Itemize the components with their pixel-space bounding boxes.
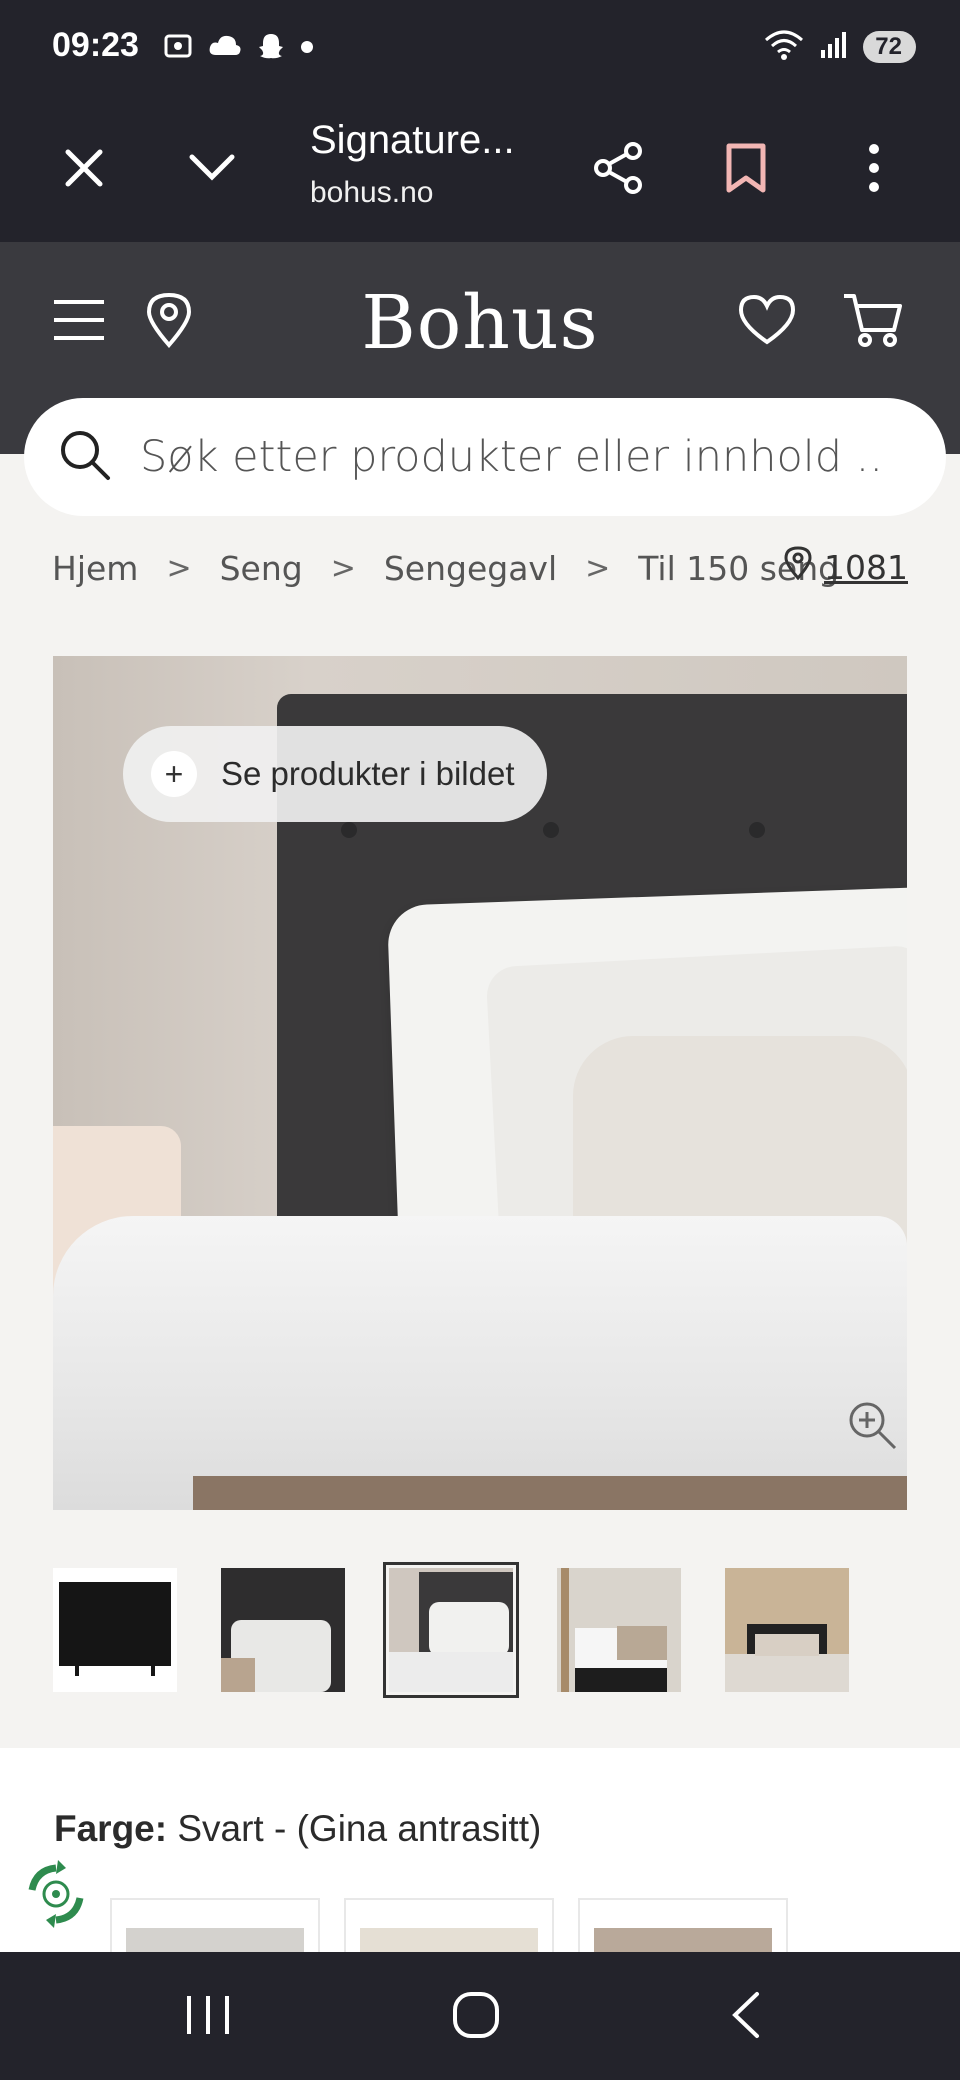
thumbnail-headboard-front[interactable] [53,1568,177,1692]
thumbnail-bedroom-pillows[interactable] [383,1562,519,1698]
recent-apps-icon [183,1992,233,2042]
breadcrumb-separator: > [585,550,611,586]
signal-icon [819,30,849,64]
see-products-label: Se produkter i bildet [221,755,515,792]
color-heading: Farge: Svart - (Gina antrasitt) [54,1808,541,1850]
back-button[interactable] [706,1982,786,2052]
cart-icon [842,292,904,352]
more-icon [867,143,881,197]
thumbnail-bedroom-white-duvet[interactable] [557,1568,681,1692]
page-url: bohus.no [310,176,434,209]
home-icon [451,1990,501,2044]
status-bar: 09:23 72 [0,0,960,98]
cart-button[interactable] [838,287,908,357]
thumbnail-headboard-closeup[interactable] [221,1568,345,1692]
more-options-button[interactable] [838,134,910,206]
site-logo[interactable]: Bohus [0,280,960,366]
selected-store[interactable]: 1081 [784,546,908,588]
color-selector: Farge: Svart - (Gina antrasitt) [0,1748,960,1980]
status-time: 09:23 [52,26,139,64]
screenshot-icon [162,30,194,66]
system-navigation-bar [0,1952,960,2080]
browser-tab-bar: Signature... bohus.no [0,98,960,242]
cloud-icon [208,33,242,63]
search-bar[interactable]: Søk etter produkter eller innhold .. [24,398,946,516]
breadcrumb-item-hjem[interactable]: Hjem [52,549,138,588]
recent-apps-button[interactable] [168,1982,248,2052]
page-title: Signature... [310,118,515,162]
share-button[interactable] [582,134,654,206]
eco-recycle-icon[interactable] [18,1856,94,1932]
breadcrumb-separator: > [330,550,356,586]
zoom-in-icon[interactable] [845,1398,901,1454]
close-tab-button[interactable] [48,134,120,206]
dot-icon [300,39,314,58]
throw-illustration [193,1476,907,1510]
thumbnail-strip [53,1562,913,1698]
wishlist-button[interactable] [732,287,802,357]
wifi-icon [763,28,805,66]
search-input[interactable]: Søk etter produkter eller innhold .. [140,432,883,482]
breadcrumb: Hjem > Seng > Sengegavl > Til 150 seng [52,546,839,590]
thumbnail-bedroom-wide[interactable] [725,1568,849,1692]
color-value: Svart - (Gina antrasitt) [177,1808,542,1849]
location-pin-icon [784,546,812,588]
bookmark-button[interactable] [710,134,782,206]
status-left-icons [162,30,314,66]
battery-indicator: 72 [863,31,916,63]
product-main-image[interactable]: + Se produkter i bildet [53,656,907,1510]
share-icon [591,141,645,199]
close-icon [64,148,104,192]
duvet-illustration [53,1216,907,1510]
snapchat-icon [256,31,286,65]
store-code[interactable]: 1081 [824,548,908,587]
breadcrumb-separator: > [166,550,192,586]
home-button[interactable] [436,1982,516,2052]
status-right-icons: 72 [763,28,916,66]
bookmark-icon [725,142,767,198]
see-products-in-image-button[interactable]: + Se produkter i bildet [123,726,547,822]
heart-icon [738,294,796,350]
breadcrumb-item-sengegavl[interactable]: Sengegavl [384,549,557,588]
plus-icon: + [151,751,197,797]
color-label: Farge: [54,1808,168,1849]
breadcrumb-item-seng[interactable]: Seng [220,549,303,588]
chevron-down-icon [188,153,236,187]
search-icon [58,428,112,486]
minimize-tab-button[interactable] [176,134,248,206]
back-icon [729,1990,763,2044]
